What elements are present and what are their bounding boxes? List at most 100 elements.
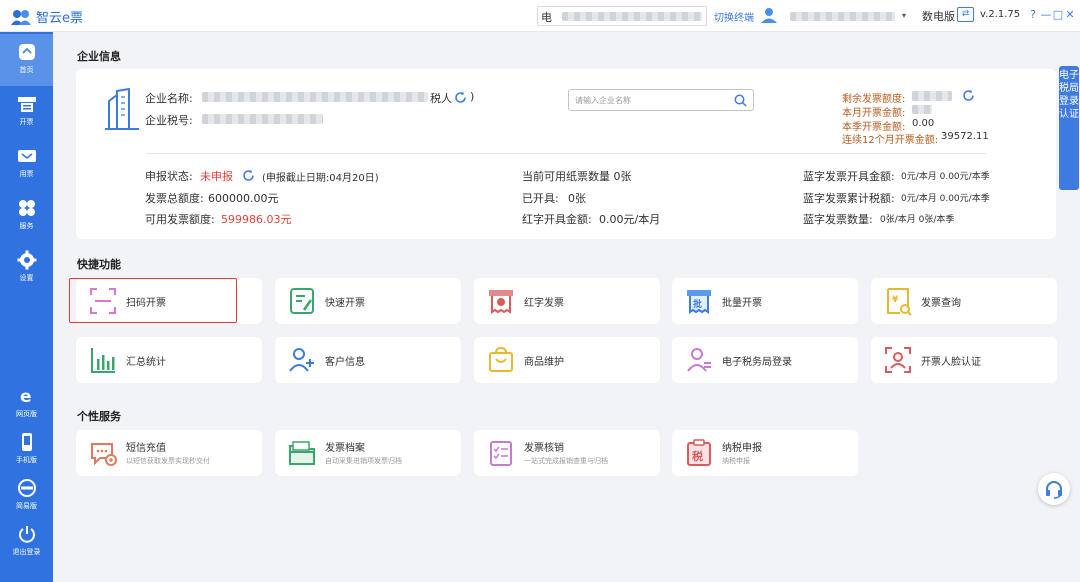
- search-icon[interactable]: [734, 94, 747, 107]
- red-amount-value: 0.00元/本月: [599, 213, 661, 226]
- headset-icon: [1046, 481, 1062, 499]
- quick-goods-maintain[interactable]: 商品维护: [474, 337, 660, 383]
- gear-icon: [17, 250, 36, 270]
- help-window-button[interactable]: ?: [1027, 8, 1039, 21]
- tax-number-redacted: [202, 114, 323, 124]
- remaining-quota-redacted: [912, 91, 952, 101]
- sidebar-item-home[interactable]: 首页: [0, 34, 53, 86]
- service-description: 一站式完成报销查重与归档: [524, 457, 608, 465]
- quick-face-auth[interactable]: 开票人脸认证: [871, 337, 1057, 383]
- quick-label: 红字发票: [524, 298, 564, 309]
- blue-tax-label: 蓝字发票累计税额:: [803, 192, 895, 205]
- company-name-suffix: 税人: [430, 92, 452, 105]
- quick-invoice-icon: [290, 288, 314, 314]
- service-label: 发票核销: [524, 443, 564, 454]
- quick-customer-info[interactable]: 客户信息: [275, 337, 461, 383]
- power-icon: [18, 526, 35, 543]
- refresh-icon[interactable]: [454, 91, 467, 104]
- batch-invoice-icon: 批: [687, 290, 711, 314]
- declare-refresh-icon[interactable]: [242, 169, 255, 182]
- switch-terminal-link[interactable]: 切换终端: [714, 9, 754, 24]
- version-label: v.2.1.75: [980, 9, 1021, 20]
- service-label: 短信充值: [126, 443, 166, 454]
- quick-label: 客户信息: [325, 357, 365, 368]
- edition-switch-button[interactable]: ⇄: [957, 7, 974, 22]
- user-dropdown-caret[interactable]: ▾: [902, 11, 906, 20]
- quick-summary-stats[interactable]: 汇总统计: [76, 337, 262, 383]
- quick-label: 汇总统计: [126, 357, 166, 368]
- simple-edition-icon: [17, 479, 36, 497]
- quick-fast-invoice[interactable]: 快速开票: [275, 278, 461, 324]
- service-tax-declare[interactable]: 税 纳税申报 纳税申报: [672, 430, 858, 476]
- app-logo-icon: [11, 9, 31, 25]
- company-name-close: ): [470, 90, 475, 103]
- sidebar-item-logout[interactable]: 退出登录: [0, 520, 53, 564]
- invoice-printer-icon: [17, 97, 36, 112]
- customer-service-button[interactable]: [1038, 473, 1070, 505]
- service-label: 纳税申报: [722, 443, 762, 454]
- company-name-redacted: [202, 92, 428, 102]
- service-invoice-archive[interactable]: 发票档案 自动采集进销项发票归档: [275, 430, 461, 476]
- sidebar-item-web[interactable]: e 网页版: [0, 382, 53, 426]
- paper-ticket-count: 当前可用纸票数量 0张: [522, 170, 632, 183]
- company-name-label: 企业名称:: [145, 92, 193, 105]
- blue-count-label: 蓝字发票数量:: [803, 213, 873, 226]
- company-section-title: 企业信息: [77, 50, 121, 63]
- sidebar-item-settings[interactable]: 设置: [0, 242, 53, 294]
- title-bar: 智云e票 电 切换终端 ▾ 数电版 ⇄ v.2.1.75 ? — □ ✕: [0, 0, 1080, 32]
- blue-amount-value: 0元/本月 0.00元/本季: [901, 172, 990, 182]
- building-icon: [105, 87, 139, 130]
- svg-text:¥: ¥: [892, 295, 899, 305]
- declare-status-value: 未申报: [200, 170, 233, 183]
- svg-text:批: 批: [693, 298, 702, 310]
- company-search-input[interactable]: 请输入企业名称: [568, 89, 754, 111]
- remaining-quota-label: 剩余发票额度:: [842, 94, 906, 105]
- total-quota-label: 发票总额度:: [145, 192, 204, 205]
- quota-refresh-icon[interactable]: [962, 89, 975, 102]
- invoice-search-icon: ¥: [887, 288, 912, 316]
- sidebar-item-invoice[interactable]: 开票: [0, 86, 53, 138]
- terminal-selector[interactable]: 电: [537, 6, 707, 26]
- quick-invoice-search[interactable]: ¥ 发票查询: [871, 278, 1057, 324]
- quick-red-invoice[interactable]: 红字发票: [474, 278, 660, 324]
- quick-tax-bureau-login[interactable]: 电子税务局登录: [672, 337, 858, 383]
- sidebar-label: 退出登录: [12, 548, 41, 556]
- search-placeholder: 请输入企业名称: [575, 96, 631, 105]
- personal-section-title: 个性服务: [77, 410, 121, 423]
- sidebar-item-mobile[interactable]: 手机版: [0, 428, 53, 472]
- app-title: 智云e票: [36, 11, 83, 26]
- sidebar-label: 手机版: [16, 456, 37, 464]
- close-button[interactable]: ✕: [1064, 8, 1076, 21]
- sidebar-item-simple[interactable]: 简易版: [0, 474, 53, 518]
- sidebar-item-service[interactable]: 服务: [0, 190, 53, 242]
- ticket-icon: [17, 150, 36, 162]
- month-amount-redacted: [912, 105, 932, 114]
- quick-batch-invoice[interactable]: 批 批量开票: [672, 278, 858, 324]
- quick-label: 快速开票: [325, 298, 365, 309]
- maximize-button[interactable]: □: [1052, 8, 1064, 21]
- user-avatar-icon: [761, 8, 777, 23]
- blue-count-value: 0张/本月 0张/本季: [880, 215, 955, 225]
- edition-label: 数电版: [922, 10, 955, 23]
- total-quota-value: 600000.00元: [208, 192, 279, 205]
- service-sms-recharge[interactable]: 短信充值 以短信获取发票实现秒交付: [76, 430, 262, 476]
- sidebar-label: 开票: [19, 118, 34, 126]
- service-invoice-writeoff[interactable]: 发票核销 一站式完成报销查重与归档: [474, 430, 660, 476]
- goods-maintain-icon: [489, 346, 513, 372]
- sidebar-label: 网页版: [16, 410, 37, 418]
- quick-label: 开票人脸认证: [921, 357, 981, 368]
- month-amount-label: 本月开票金额:: [842, 108, 906, 119]
- red-invoice-icon: [489, 290, 513, 314]
- app-logo: 智云e票: [10, 7, 83, 26]
- tax-bureau-login-tab[interactable]: 电子税局登录认证: [1059, 66, 1079, 190]
- minimize-button[interactable]: —: [1040, 8, 1052, 21]
- sidebar-label: 简易版: [16, 502, 37, 510]
- invoice-writeoff-icon: [490, 441, 512, 466]
- twelve-month-value: 39572.11: [941, 131, 989, 142]
- available-quota-label: 可用发票额度:: [145, 213, 215, 226]
- add-customer-icon: [289, 348, 314, 372]
- tax-number-label: 企业税号:: [145, 114, 193, 127]
- face-auth-icon: [885, 347, 911, 373]
- sidebar-item-ticket[interactable]: 用票: [0, 138, 53, 190]
- service-grid-icon: [18, 200, 35, 216]
